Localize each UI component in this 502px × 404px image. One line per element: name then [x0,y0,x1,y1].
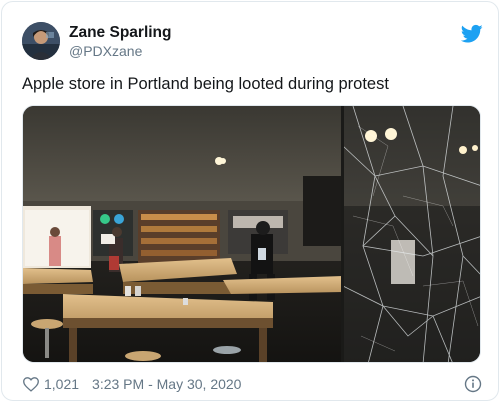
store-scene [23,106,480,362]
like-button[interactable]: 1,021 [22,376,79,392]
twitter-bird-icon[interactable] [460,24,483,44]
tweet-footer: 1,021 3:23 PM - May 30, 2020 [22,374,241,394]
heart-icon [23,377,39,392]
user-handle[interactable]: @PDXzane [69,43,142,59]
tweet-card: Zane Sparling @PDXzane Apple store in Po… [1,1,499,401]
info-icon[interactable] [464,375,482,393]
like-count: 1,021 [44,376,80,392]
tweet-media-image[interactable] [22,105,481,363]
timestamp[interactable]: 3:23 PM - May 30, 2020 [92,376,241,392]
tweet-text: Apple store in Portland being looted dur… [22,75,389,93]
avatar[interactable] [22,22,60,60]
display-name[interactable]: Zane Sparling [69,24,172,42]
